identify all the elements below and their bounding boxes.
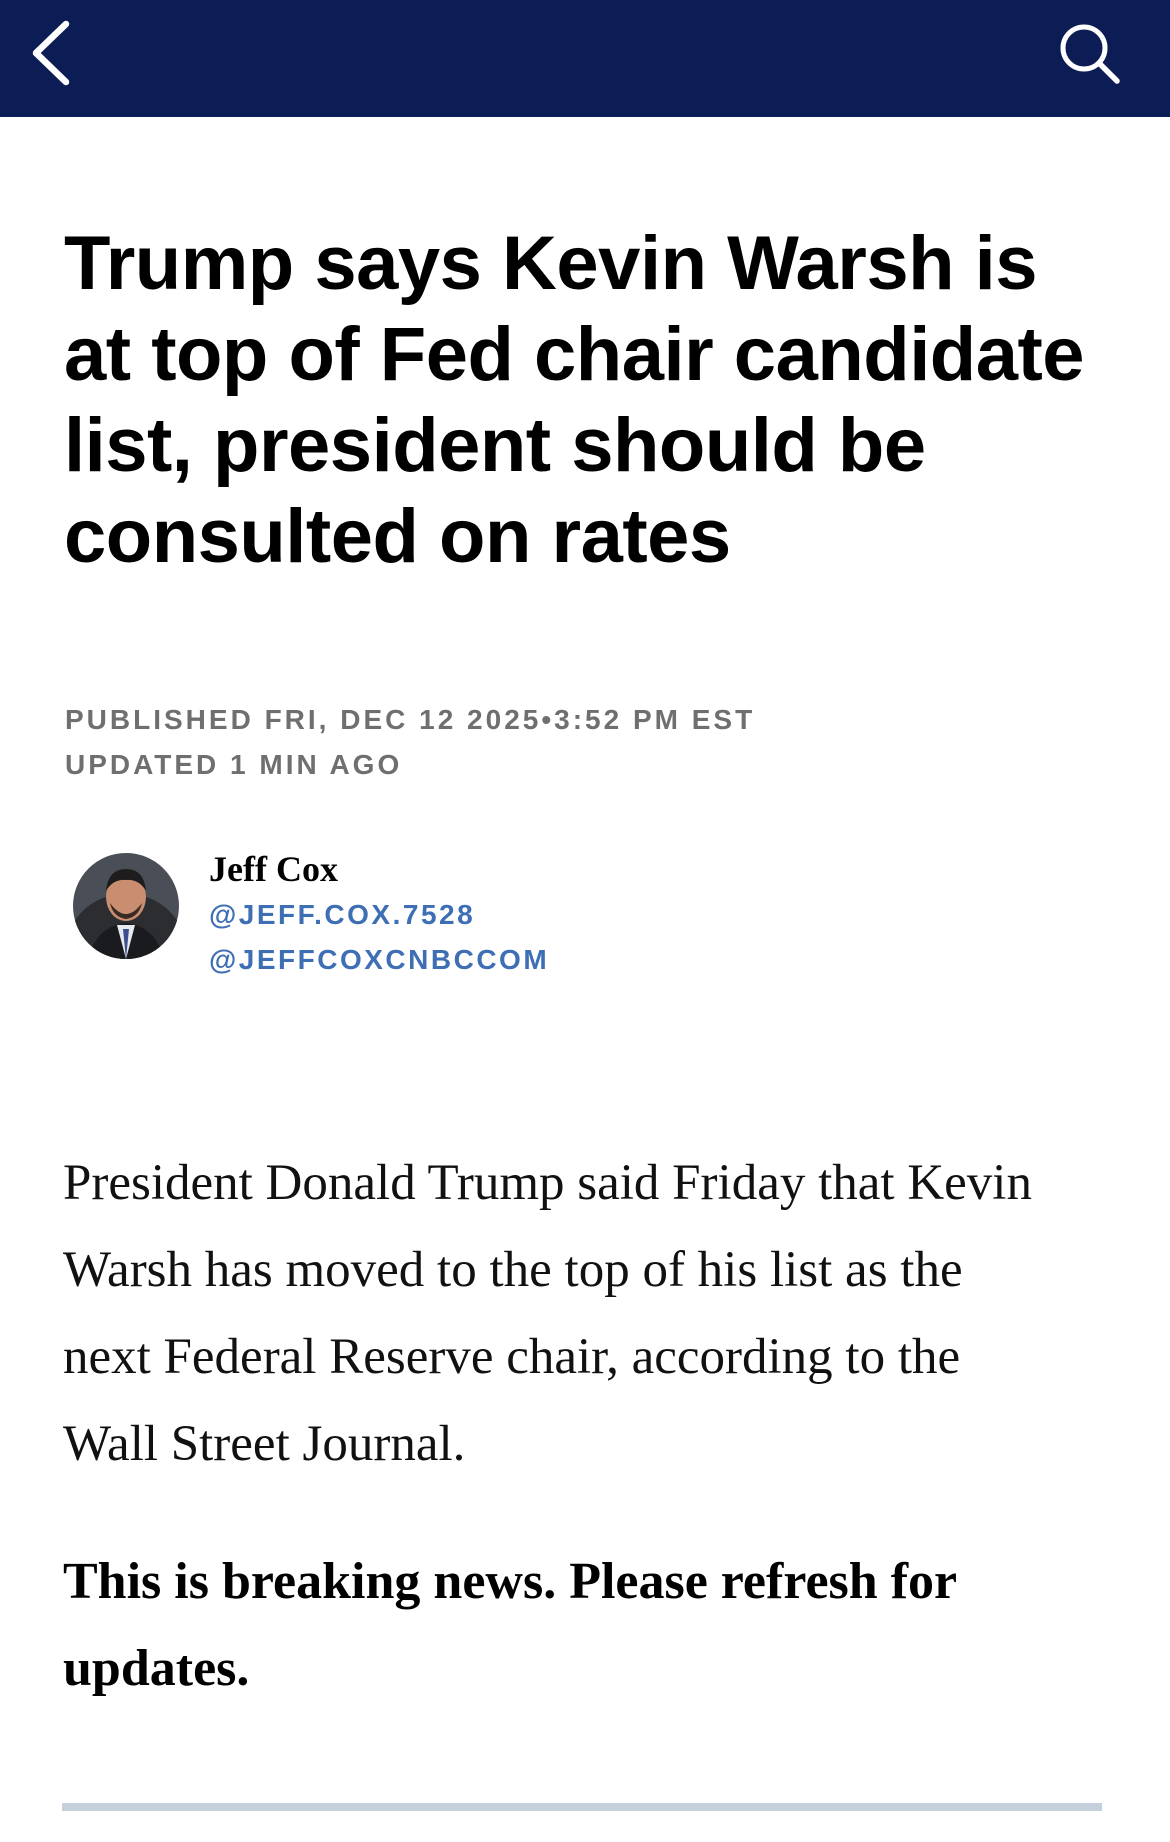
author-handle-facebook[interactable]: @JEFF.COX.7528 xyxy=(209,899,475,931)
chevron-left-icon xyxy=(32,20,70,86)
back-button[interactable] xyxy=(24,18,86,88)
updated-timestamp: UPDATED 1 MIN AGO xyxy=(65,749,403,780)
search-icon xyxy=(1060,24,1120,84)
author-handle-twitter[interactable]: @JEFFCOXCNBCCOM xyxy=(209,944,549,976)
author-avatar[interactable] xyxy=(73,853,179,959)
author-name[interactable]: Jeff Cox xyxy=(209,848,338,890)
author-photo xyxy=(73,853,179,959)
article-body-paragraph: President Donald Trump said Friday that … xyxy=(63,1155,1032,1472)
section-divider xyxy=(62,1803,1102,1811)
top-nav-bar xyxy=(0,0,1170,117)
search-button[interactable] xyxy=(1054,18,1124,88)
published-timestamp: PUBLISHED FRI, DEC 12 2025•3:52 PM EST xyxy=(65,704,756,735)
breaking-news-note: This is breaking news. Please refresh fo… xyxy=(63,1553,957,1697)
article-headline: Trump says Kevin Warsh is at top of Fed … xyxy=(64,221,1085,579)
